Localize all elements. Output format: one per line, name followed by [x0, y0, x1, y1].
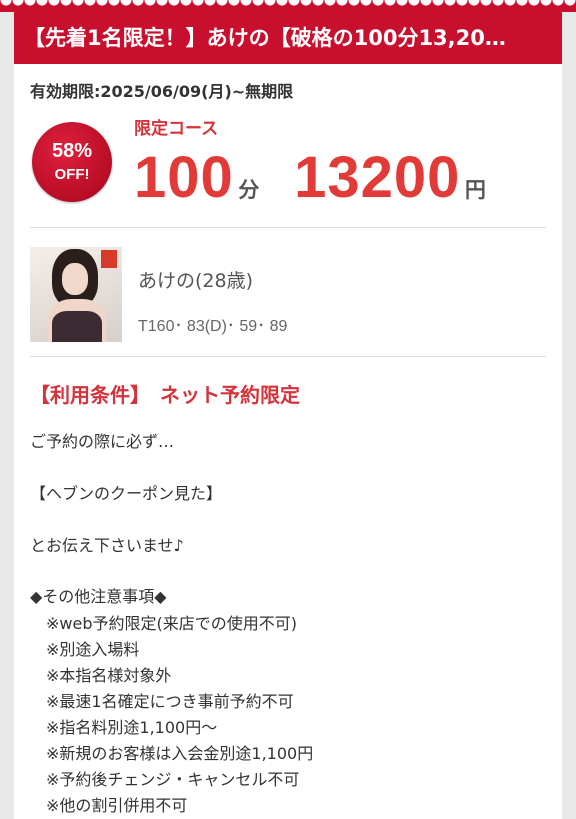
- divider: [30, 227, 546, 228]
- note-item: ※指名料別途1,100円～: [46, 718, 218, 737]
- validity-period: 有効期限:2025/06/09(月)~無期限: [30, 82, 294, 101]
- note-item: ※web予約限定(来店での使用不可): [46, 614, 297, 633]
- price-row: 100 分 13200 円: [134, 144, 486, 211]
- note-item: ※最速1名確定につき事前予約不可: [46, 692, 294, 711]
- profile-stats: T160･ 83(D)･ 59･ 89: [138, 318, 288, 335]
- profile-photo[interactable]: [30, 247, 122, 342]
- note-item: ※予約後チェンジ・キャンセル不可: [46, 770, 300, 789]
- course-price: 13200: [294, 145, 461, 210]
- coupon-card: 有効期限:2025/06/09(月)~無期限 58% OFF! 限定コース 10…: [14, 64, 562, 819]
- conditions-closing: とお伝え下さいませ♪: [30, 536, 184, 555]
- tag-icon: [101, 250, 117, 268]
- minutes-unit: 分: [238, 178, 260, 202]
- note-item: ※新規のお客様は入会金別途1,100円: [46, 744, 314, 763]
- price-unit: 円: [464, 178, 486, 202]
- conditions-phrase: 【ヘブンのクーポン見た】: [30, 484, 223, 503]
- divider: [30, 356, 546, 357]
- notes-heading: ◆その他注意事項◆: [30, 587, 167, 606]
- discount-badge: 58% OFF!: [32, 122, 112, 202]
- course-label: 限定コース: [134, 119, 219, 139]
- conditions-title: 【利用条件】 ネット予約限定: [30, 383, 300, 407]
- discount-off-label: OFF!: [54, 166, 90, 183]
- profile-name[interactable]: あけの(28歳): [138, 266, 253, 293]
- coupon-title[interactable]: 【先着1名限定！】あけの【破格の100分13,20…: [14, 12, 562, 64]
- note-item: ※本指名様対象外: [46, 666, 172, 685]
- course-minutes: 100: [134, 145, 234, 210]
- conditions-intro: ご予約の際に必ず…: [30, 432, 175, 451]
- coupon-page: 【先着1名限定！】あけの【破格の100分13,20… 有効期限:2025/06/…: [0, 0, 576, 819]
- note-item: ※他の割引併用不可: [46, 796, 188, 815]
- scalloped-border: [0, 0, 576, 12]
- discount-percent: 58%: [51, 140, 93, 162]
- note-item: ※別途入場料: [46, 640, 140, 659]
